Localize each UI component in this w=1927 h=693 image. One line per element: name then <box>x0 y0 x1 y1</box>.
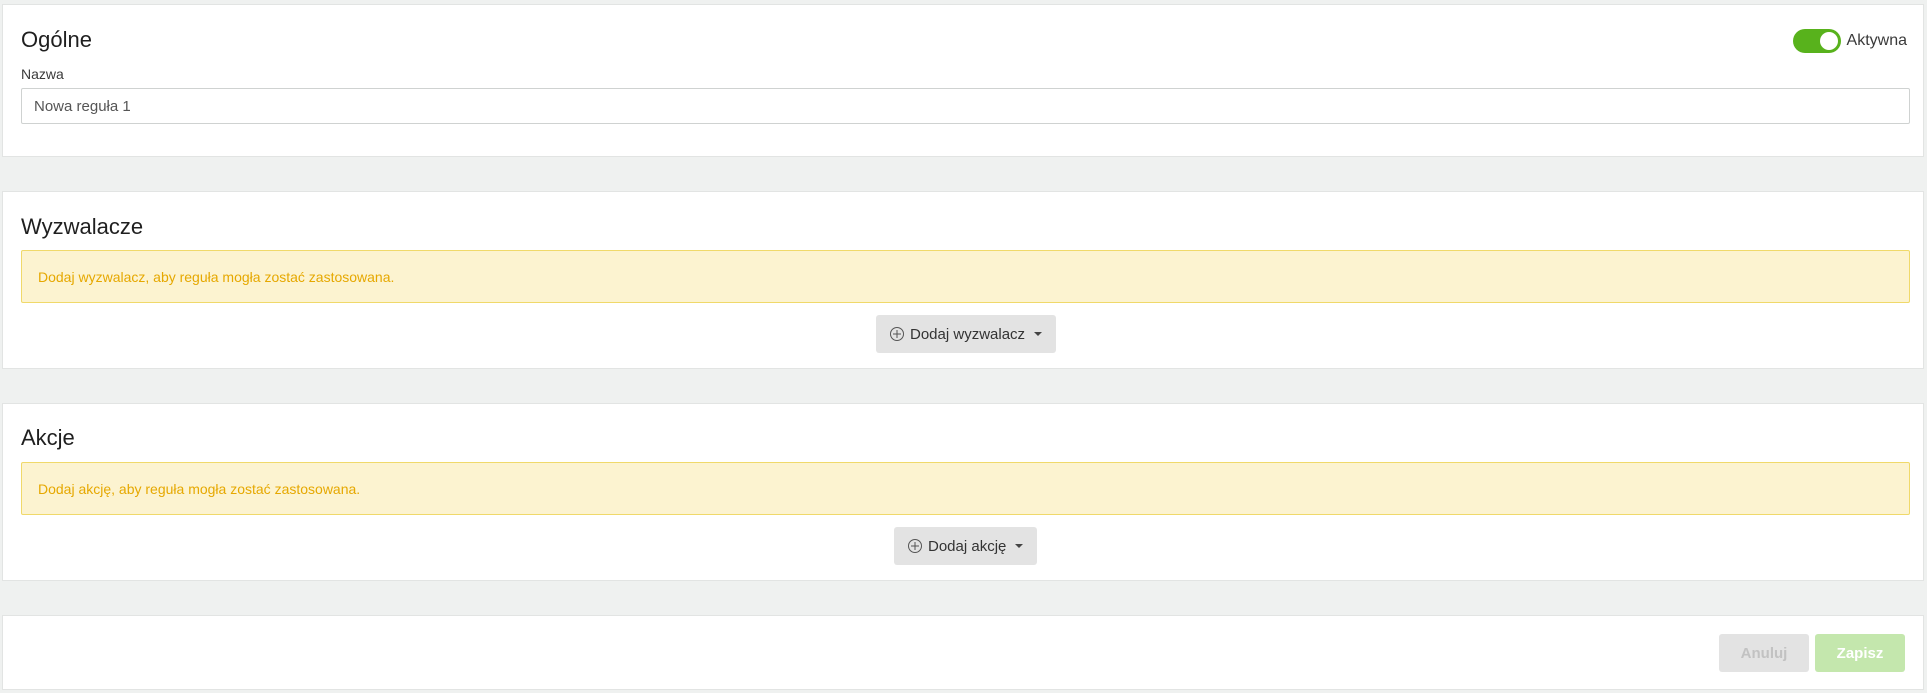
save-button[interactable]: Zapisz <box>1815 634 1905 672</box>
add-trigger-button[interactable]: Dodaj wyzwalacz <box>876 315 1057 353</box>
add-action-label: Dodaj akcję <box>928 537 1007 555</box>
plus-circle-icon <box>908 539 922 553</box>
triggers-warning-text: Dodaj wyzwalacz, aby reguła mogła zostać… <box>38 268 395 285</box>
caret-down-icon <box>1034 332 1043 336</box>
actions-title: Akcje <box>21 425 75 450</box>
actions-panel: Akcje Dodaj akcję, aby reguła mogła zost… <box>2 403 1924 581</box>
add-action-button[interactable]: Dodaj akcję <box>894 527 1038 565</box>
triggers-title: Wyzwalacze <box>21 214 144 239</box>
triggers-warning-alert: Dodaj wyzwalacz, aby reguła mogła zostać… <box>21 250 1910 303</box>
triggers-panel: Wyzwalacze Dodaj wyzwalacz, aby reguła m… <box>2 191 1924 369</box>
name-input[interactable] <box>21 88 1910 124</box>
toggle-knob <box>1819 32 1838 50</box>
active-toggle-label: Aktywna <box>1846 32 1907 49</box>
caret-down-icon <box>1015 544 1024 548</box>
cancel-button[interactable]: Anuluj <box>1719 634 1809 672</box>
active-toggle[interactable]: Aktywna <box>1792 29 1907 53</box>
actions-warning-text: Dodaj akcję, aby reguła mogła zostać zas… <box>38 480 361 497</box>
general-panel: Ogólne Aktywna Nazwa <box>2 4 1924 157</box>
general-title: Ogólne <box>21 27 92 52</box>
actions-warning-alert: Dodaj akcję, aby reguła mogła zostać zas… <box>21 462 1910 515</box>
active-toggle-switch[interactable] <box>1792 29 1841 53</box>
plus-circle-icon <box>890 327 904 341</box>
footer-panel: Anuluj Zapisz <box>2 615 1924 690</box>
add-trigger-label: Dodaj wyzwalacz <box>910 325 1026 343</box>
name-label: Nazwa <box>21 66 64 82</box>
